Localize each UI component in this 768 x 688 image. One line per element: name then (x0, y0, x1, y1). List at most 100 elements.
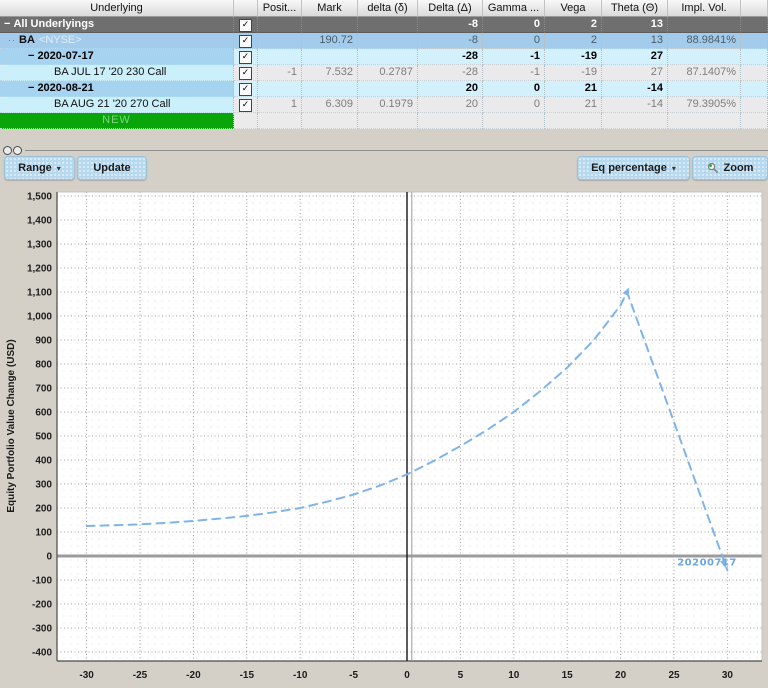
update-button[interactable]: Update (77, 156, 147, 180)
row-checkbox[interactable]: ✓ (239, 67, 252, 80)
panel-toggle2-icon[interactable] (13, 146, 22, 155)
x-tick-label: 30 (722, 670, 734, 681)
position-cell (258, 113, 302, 129)
tree-toggle-icon[interactable]: ·· (8, 35, 16, 45)
impl_vol-cell: 87.1407% (668, 65, 741, 81)
magnifier-icon (707, 162, 718, 174)
x-tick-label: -5 (349, 670, 358, 681)
position-cell (258, 33, 302, 49)
column-header-gamma[interactable]: Gamma ... (483, 0, 545, 17)
impl_vol-cell: 79.3905% (668, 97, 741, 113)
column-header-check[interactable] (234, 0, 258, 17)
gamma-cell: 0 (483, 33, 545, 49)
column-header-impl_vol[interactable]: Impl. Vol. (668, 0, 741, 17)
zoom-button-label: Zoom (723, 162, 754, 174)
y-tick-label: 100 (35, 528, 52, 539)
mark-cell: 6.309 (302, 97, 358, 113)
tail-cell (741, 49, 768, 65)
x-tick-label: 25 (668, 670, 680, 681)
pnl-chart[interactable]: 20200717 -400 -300 -200 -100 0 100 200 300 400 500… (0, 188, 768, 688)
column-header-mark[interactable]: Mark (302, 0, 358, 17)
column-header-underlying[interactable]: Underlying (0, 0, 234, 17)
theta-cell: 13 (602, 17, 668, 33)
row-checkbox[interactable]: ✓ (239, 35, 252, 48)
table-row-new[interactable]: NEW (0, 113, 768, 129)
y-tick-label: -200 (32, 600, 52, 611)
row-label: 2020-07-17 (37, 50, 94, 62)
chevron-down-icon: ▾ (56, 163, 61, 173)
table-row-ba-aug-21-20-270-call[interactable]: BA AUG 21 '20 270 Call ✓ 1 6.309 0.1979 20 0 21… (0, 97, 768, 113)
row-checkbox[interactable]: ✓ (239, 51, 252, 64)
tail-cell (741, 97, 768, 113)
row-label: BA (19, 34, 35, 46)
panel-divider[interactable] (25, 150, 768, 151)
table-row-ba[interactable]: ·· BA <NYSE> ✓ 190.72 -8 0 2 13 88.9841% (0, 33, 768, 49)
x-tick-label: 5 (458, 670, 464, 681)
column-header-theta[interactable]: Theta (Θ) (602, 0, 668, 17)
x-tick-label: 15 (562, 670, 574, 681)
tail-cell (741, 113, 768, 129)
scenario-date-label: 20200717 (677, 558, 737, 569)
table-body: − All Underlyings ✓ -8 0 2 13 ·· BA <NYSE> ✓ 190.72… (0, 17, 768, 129)
checkbox-cell (234, 113, 258, 129)
eq-percentage-button[interactable]: Eq percentage ▾ (577, 156, 690, 180)
row-label: BA JUL 17 '20 230 Call (54, 66, 167, 78)
y-tick-label: 600 (35, 408, 52, 419)
row-label-cell: −2020-07-17 (0, 49, 234, 65)
tree-toggle-icon[interactable]: − (28, 50, 34, 62)
mark-cell (302, 81, 358, 97)
impl_vol-cell (668, 17, 741, 33)
column-header-delta[interactable]: Delta (Δ) (418, 0, 483, 17)
y-tick-label: -100 (32, 576, 52, 587)
delta_lc-cell: 0.1979 (358, 97, 418, 113)
y-tick-label: -300 (32, 624, 52, 635)
y-tick-label: 1,100 (27, 288, 52, 299)
table-row-2020-07-17[interactable]: −2020-07-17 ✓ -28 -1 -19 27 (0, 49, 768, 65)
impl_vol-cell (668, 49, 741, 65)
row-label-cell: BA AUG 21 '20 270 Call (0, 97, 234, 113)
tree-toggle-icon[interactable]: − (4, 18, 10, 30)
row-label: All Underlyings (13, 18, 95, 30)
row-checkbox[interactable]: ✓ (239, 19, 252, 32)
x-tick-label: -20 (186, 670, 201, 681)
zoom-button[interactable]: Zoom (692, 156, 768, 180)
delta-cell: -28 (418, 49, 483, 65)
chart-canvas[interactable]: 20200717-400-300-200-1000100200300400500… (0, 188, 768, 688)
impl_vol-cell (668, 113, 741, 129)
column-header-vega[interactable]: Vega (545, 0, 602, 17)
tail-cell (741, 17, 768, 33)
row-checkbox[interactable]: ✓ (239, 83, 252, 96)
tree-toggle-icon[interactable]: − (28, 82, 34, 94)
range-button[interactable]: Range ▾ (4, 156, 75, 180)
panel-toggle-icon[interactable] (3, 146, 12, 155)
column-header-tail[interactable] (741, 0, 768, 17)
y-tick-label: 1,400 (27, 216, 52, 227)
vega-cell: -19 (545, 65, 602, 81)
checkbox-cell: ✓ (234, 49, 258, 65)
row-checkbox[interactable]: ✓ (239, 99, 252, 112)
x-tick-label: -25 (133, 670, 148, 681)
vega-cell: 21 (545, 81, 602, 97)
delta-cell: 20 (418, 97, 483, 113)
table-row-2020-08-21[interactable]: −2020-08-21 ✓ 20 0 21 -14 (0, 81, 768, 97)
delta_lc-cell (358, 49, 418, 65)
x-tick-label: -30 (79, 670, 94, 681)
y-axis-title: Equity Portfolio Value Change (USD) (6, 339, 17, 512)
column-header-position[interactable]: Posit... (258, 0, 302, 17)
y-tick-label: 400 (35, 456, 52, 467)
row-label: BA AUG 21 '20 270 Call (54, 98, 171, 110)
vega-cell: 2 (545, 17, 602, 33)
positions-table: Underlying Posit... Mark delta (δ) Delta (Δ)… (0, 0, 768, 129)
table-row-all-underlyings[interactable]: − All Underlyings ✓ -8 0 2 13 (0, 17, 768, 33)
row-label: 2020-08-21 (37, 82, 94, 94)
column-header-delta_lc[interactable]: delta (δ) (358, 0, 418, 17)
gamma-cell: 0 (483, 97, 545, 113)
delta_lc-cell: 0.2787 (358, 65, 418, 81)
table-row-ba-jul-17-20-230-call[interactable]: BA JUL 17 '20 230 Call ✓ -1 7.532 0.2787 -28-… (0, 65, 768, 81)
theta-cell: 27 (602, 65, 668, 81)
y-tick-label: 500 (35, 432, 52, 443)
mark-cell: 7.532 (302, 65, 358, 81)
x-tick-label: 20 (615, 670, 627, 681)
position-cell: -1 (258, 65, 302, 81)
delta_lc-cell (358, 81, 418, 97)
